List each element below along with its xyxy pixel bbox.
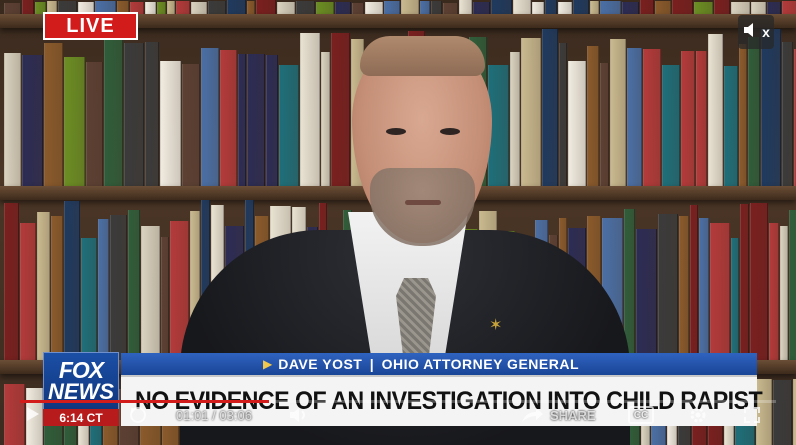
live-label: LIVE bbox=[66, 14, 115, 37]
progress-track[interactable] bbox=[20, 400, 776, 403]
time-display: 01:01 / 03:06 bbox=[176, 408, 252, 423]
speaker-muted-icon bbox=[742, 21, 764, 44]
live-badge: LIVE bbox=[43, 12, 138, 40]
left-eye bbox=[386, 128, 406, 135]
play-icon[interactable] bbox=[26, 406, 40, 425]
hair bbox=[360, 36, 485, 76]
time-separator: / bbox=[212, 408, 216, 423]
name-separator: | bbox=[369, 356, 375, 372]
current-time: 01:01 bbox=[176, 408, 209, 423]
logo-fox-text: FOX bbox=[58, 357, 104, 383]
progress-fill bbox=[20, 400, 270, 403]
closed-captions-button[interactable]: CC bbox=[628, 406, 654, 424]
speaker-name: DAVE YOST | OHIO ATTORNEY GENERAL bbox=[278, 356, 579, 372]
mouth bbox=[405, 200, 441, 205]
name-bar: ▶ DAVE YOST | OHIO ATTORNEY GENERAL bbox=[121, 353, 757, 375]
share-icon[interactable] bbox=[520, 406, 544, 427]
duration: 03:06 bbox=[219, 408, 252, 423]
right-eye bbox=[440, 128, 460, 135]
volume-icon[interactable] bbox=[288, 405, 310, 428]
speaker-title: OHIO ATTORNEY GENERAL bbox=[381, 356, 580, 372]
mute-button[interactable]: x bbox=[738, 15, 774, 49]
replay-icon[interactable] bbox=[128, 405, 148, 428]
player-controls: 01:01 / 03:06 SHARE CC bbox=[0, 400, 796, 432]
speaker-name-text: DAVE YOST bbox=[278, 356, 363, 372]
mute-x-label: x bbox=[762, 24, 770, 40]
arrow-right-icon: ▶ bbox=[263, 357, 273, 371]
settings-icon[interactable] bbox=[688, 405, 708, 428]
lapel-pin-icon: ✶ bbox=[489, 317, 503, 334]
fullscreen-icon[interactable] bbox=[742, 405, 762, 428]
share-button[interactable]: SHARE bbox=[550, 408, 596, 423]
